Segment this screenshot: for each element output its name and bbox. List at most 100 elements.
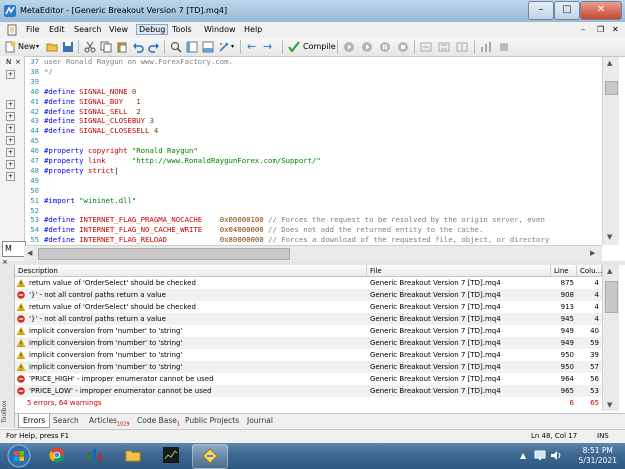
cut-icon[interactable] <box>84 41 96 53</box>
find-icon[interactable] <box>170 41 182 53</box>
error-row[interactable]: implicit conversion from 'number' to 'st… <box>15 337 602 349</box>
step-over-icon[interactable] <box>438 41 450 53</box>
taskbar-chrome[interactable] <box>40 444 74 467</box>
menu-help[interactable]: Help <box>244 25 262 34</box>
menu-window[interactable]: Window <box>204 25 236 34</box>
toggle-toolbox-icon[interactable] <box>202 41 214 53</box>
tree-expand-icon[interactable]: + <box>6 160 15 169</box>
mdi-restore-button[interactable]: ❐ <box>597 25 604 34</box>
stop-profiling-icon[interactable] <box>498 41 510 53</box>
stop-icon[interactable] <box>397 41 409 53</box>
error-row[interactable]: implicit conversion from 'number' to 'st… <box>15 349 602 361</box>
undo-icon[interactable] <box>132 41 144 53</box>
start-debug-icon[interactable] <box>343 41 355 53</box>
tab-search[interactable]: Search <box>49 414 83 427</box>
tab-journal[interactable]: Journal <box>243 414 277 427</box>
error-row[interactable]: '}' - not all control paths return a val… <box>15 313 602 325</box>
tree-expand-icon[interactable]: + <box>6 172 15 181</box>
maximize-button[interactable]: □ <box>554 1 580 20</box>
open-folder-icon[interactable] <box>46 41 58 53</box>
errors-summary-row[interactable]: 5 errors, 64 warnings 6 65 <box>15 397 602 409</box>
new-button[interactable]: New <box>18 40 35 54</box>
editor-vertical-scrollbar[interactable]: ▲ ▼ <box>602 57 619 245</box>
error-description: implicit conversion from 'number' to 'st… <box>29 339 183 347</box>
tab-articles[interactable]: Articles1029 <box>85 414 134 428</box>
navigator-tab[interactable]: M <box>2 241 26 257</box>
tree-expand-icon[interactable]: + <box>6 112 15 121</box>
network-icon[interactable] <box>534 450 546 461</box>
tree-expand-icon[interactable]: + <box>6 100 15 109</box>
clock-time: 8:51 PM <box>582 446 613 455</box>
scroll-up-icon[interactable]: ▲ <box>607 267 612 275</box>
minimize-button[interactable]: – <box>528 1 554 20</box>
line-number: 46 <box>30 146 39 156</box>
new-dropdown-arrow[interactable]: ▾ <box>36 40 39 54</box>
scroll-thumb[interactable] <box>38 248 290 260</box>
scroll-up-icon[interactable]: ▲ <box>607 59 612 67</box>
line-number: 52 <box>30 205 39 215</box>
editor-horizontal-scrollbar[interactable]: ◀ ▶ <box>24 245 602 262</box>
error-row[interactable]: return value of 'OrderSelect' should be … <box>15 277 602 289</box>
close-button[interactable]: ✕ <box>580 1 622 20</box>
menu-edit[interactable]: Edit <box>49 25 65 34</box>
tray-expand-icon[interactable]: ▲ <box>520 451 526 460</box>
mdi-close-button[interactable]: ✕ <box>612 25 619 34</box>
error-row[interactable]: 'PRICE_LOW' - improper enumerator cannot… <box>15 385 602 397</box>
tree-expand-icon[interactable]: + <box>6 124 15 133</box>
mdi-minimize-button[interactable]: – <box>581 25 585 34</box>
error-row[interactable]: '}' - not all control paths return a val… <box>15 289 602 301</box>
error-row[interactable]: return value of 'OrderSelect' should be … <box>15 301 602 313</box>
error-row[interactable]: implicit conversion from 'number' to 'st… <box>15 361 602 373</box>
error-row[interactable]: 'PRICE_HIGH' - improper enumerator canno… <box>15 373 602 385</box>
column-header-description[interactable]: Description <box>15 265 367 277</box>
tree-expand-icon[interactable]: + <box>6 70 15 79</box>
scroll-right-icon[interactable]: ▶ <box>590 249 595 257</box>
taskbar-explorer[interactable] <box>116 444 150 467</box>
scroll-down-icon[interactable]: ▼ <box>607 401 612 409</box>
tab-public-projects[interactable]: Public Projects <box>181 414 243 427</box>
back-arrow-icon[interactable]: ← <box>247 40 256 54</box>
code-editor[interactable]: 37 user Ronald Raygun on www.ForexFactory… <box>24 57 602 245</box>
column-header-file[interactable]: File <box>367 265 551 277</box>
column-header-column[interactable]: Colu... <box>577 265 602 277</box>
compile-button[interactable]: Compile <box>303 40 336 54</box>
error-line: 965 <box>560 387 574 395</box>
step-into-icon[interactable] <box>420 41 432 53</box>
profiler-icon[interactable] <box>480 41 492 53</box>
copy-icon[interactable] <box>100 41 112 53</box>
error-row[interactable]: implicit conversion from 'number' to 'st… <box>15 325 602 337</box>
tab-code-base[interactable]: Code Base1 <box>133 414 184 428</box>
menu-file[interactable]: File <box>26 25 39 34</box>
tree-expand-icon[interactable]: + <box>6 136 15 145</box>
tab-errors[interactable]: Errors <box>18 414 51 428</box>
start-button-icon[interactable] <box>4 444 34 468</box>
column-header-line[interactable]: Line <box>551 265 577 277</box>
taskbar-clock[interactable]: 8:51 PM 5/31/2021 <box>579 446 617 466</box>
scroll-thumb[interactable] <box>605 81 618 95</box>
step-out-icon[interactable] <box>456 41 468 53</box>
taskbar-metatrader[interactable] <box>78 444 112 467</box>
taskbar-metaeditor[interactable] <box>192 444 228 469</box>
menu-search[interactable]: Search <box>74 25 101 34</box>
styler-icon[interactable] <box>218 41 230 53</box>
status-cursor-position: Ln 48, Col 17 <box>531 432 578 440</box>
menu-debug[interactable]: Debug <box>136 24 169 35</box>
styler-dropdown-arrow[interactable]: ▾ <box>231 40 234 54</box>
tree-expand-icon[interactable]: + <box>6 148 15 157</box>
save-icon[interactable] <box>62 41 74 53</box>
forward-arrow-icon[interactable]: → <box>263 40 272 54</box>
toggle-navigator-icon[interactable] <box>186 41 198 53</box>
volume-icon[interactable] <box>550 450 562 461</box>
menu-tools[interactable]: Tools <box>172 25 192 34</box>
pause-icon[interactable] <box>379 41 391 53</box>
menu-view[interactable]: View <box>109 25 128 34</box>
redo-icon[interactable] <box>148 41 160 53</box>
scroll-thumb[interactable] <box>605 281 618 313</box>
taskbar-app-chart[interactable] <box>154 444 188 467</box>
paste-icon[interactable] <box>116 41 128 53</box>
errors-vertical-scrollbar[interactable]: ▲ ▼ <box>602 265 619 411</box>
navigator-close-icon[interactable]: × <box>15 58 21 66</box>
start-history-icon[interactable] <box>361 41 373 53</box>
scroll-down-icon[interactable]: ▼ <box>607 233 612 241</box>
scroll-left-icon[interactable]: ◀ <box>27 249 32 257</box>
